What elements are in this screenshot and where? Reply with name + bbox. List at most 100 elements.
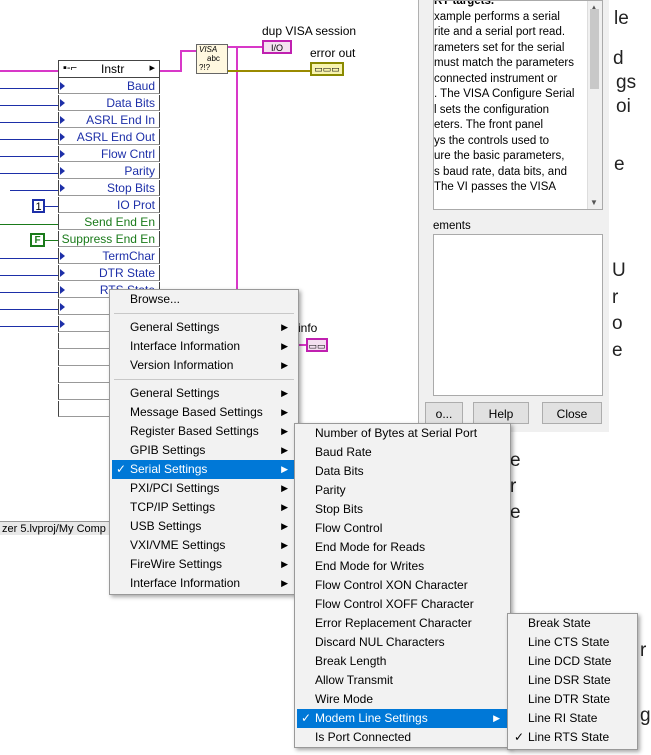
error-out-terminal[interactable]: ▭▭▭ <box>310 62 344 76</box>
help-button[interactable]: Help <box>473 402 529 424</box>
visa-wire-out[interactable] <box>160 70 180 72</box>
document-text-fragment: r <box>612 287 619 308</box>
property-context-menu: Browse... General Settings ▶ Interface Info… <box>109 289 299 595</box>
property-row[interactable]: Baud <box>58 78 160 94</box>
open-example-button[interactable]: o... <box>425 402 463 424</box>
menu-item[interactable]: End Mode for Reads <box>297 538 508 557</box>
document-text-fragment: gs <box>616 72 637 93</box>
menu-item[interactable]: Browse... <box>112 290 296 309</box>
menu-item[interactable]: Error Replacement Character <box>297 614 508 633</box>
wire <box>0 139 58 140</box>
menu-item[interactable]: Baud Rate <box>297 443 508 462</box>
help-text-line: RT targets. <box>434 0 495 7</box>
menu-item[interactable]: Break Length <box>297 652 508 671</box>
document-text-fragment: le <box>614 8 629 29</box>
menu-item-label: Is Port Connected <box>315 730 412 744</box>
menu-item[interactable]: ✓ Line RTS State <box>510 728 635 747</box>
property-input-arrow-icon <box>60 303 65 311</box>
menu-item[interactable]: General Settings ▶ <box>112 318 296 337</box>
menu-item[interactable]: TCP/IP Settings ▶ <box>112 498 296 517</box>
menu-item-label: Browse... <box>130 292 181 306</box>
submenu-arrow-icon: ▶ <box>281 360 288 370</box>
menu-item[interactable]: Register Based Settings ▶ <box>112 422 296 441</box>
menu-item-label: PXI/PCI Settings <box>130 481 220 495</box>
wire <box>0 122 58 123</box>
help-text-line: rameters set for the serial <box>434 41 565 54</box>
wire <box>0 173 58 174</box>
node-title: Instr <box>101 62 125 76</box>
menu-item-label: Flow Control XON Character <box>315 578 468 592</box>
menu-item[interactable]: Flow Control <box>297 519 508 538</box>
property-input-arrow-icon <box>60 82 65 90</box>
menu-item[interactable]: Line CTS State <box>510 633 635 652</box>
menu-item-label: General Settings <box>130 320 220 334</box>
example-finder-dialog: RT targets. xample performs a serial rite … <box>418 0 609 432</box>
menu-item[interactable]: Parity <box>297 481 508 500</box>
property-row[interactable]: Data Bits <box>58 95 160 111</box>
menu-item[interactable]: Version Information ▶ <box>112 356 296 375</box>
menu-item[interactable]: End Mode for Writes <box>297 557 508 576</box>
menu-item-label: Interface Information <box>130 339 241 353</box>
scroll-thumb[interactable] <box>590 9 599 89</box>
menu-item-label: Flow Control XOFF Character <box>315 597 474 611</box>
menu-item[interactable]: ✓ Modem Line Settings ▶ <box>297 709 508 728</box>
const-one[interactable]: 1 <box>32 199 45 213</box>
menu-item[interactable]: FireWire Settings ▶ <box>112 555 296 574</box>
menu-item[interactable]: GPIB Settings ▶ <box>112 441 296 460</box>
menu-item[interactable]: Line RI State <box>510 709 635 728</box>
menu-item[interactable]: Allow Transmit <box>297 671 508 690</box>
menu-item[interactable]: Flow Control XOFF Character <box>297 595 508 614</box>
visa-wire-in[interactable] <box>0 70 58 72</box>
scroll-down-icon[interactable]: ▼ <box>590 198 598 207</box>
visa-read-vi[interactable]: VISA abc ?!? <box>196 44 228 74</box>
menu-item[interactable]: Line DCD State <box>510 652 635 671</box>
menu-item[interactable]: Line DSR State <box>510 671 635 690</box>
property-row[interactable]: TermChar <box>58 248 160 264</box>
property-row[interactable]: ASRL End Out <box>58 129 160 145</box>
property-row[interactable]: Parity <box>58 163 160 179</box>
menu-item[interactable]: USB Settings ▶ <box>112 517 296 536</box>
description-scrollbar[interactable]: ▲ ▼ <box>587 1 602 209</box>
property-row[interactable]: Send End En <box>58 214 160 230</box>
property-row[interactable]: DTR State <box>58 265 160 281</box>
property-node-header[interactable]: ▪-⌐ Instr ▸ <box>58 60 160 78</box>
help-text-line: s baud rate, data bits, and <box>434 165 567 178</box>
wire <box>0 292 58 293</box>
error-out-label: error out <box>310 46 356 60</box>
menu-item[interactable]: PXI/PCI Settings ▶ <box>112 479 296 498</box>
property-row[interactable]: IO Prot <box>58 197 160 213</box>
menu-item[interactable]: Break State <box>510 614 635 633</box>
property-row[interactable]: Suppress End En <box>58 231 160 247</box>
menu-item[interactable]: Number of Bytes at Serial Port <box>297 424 508 443</box>
menu-item[interactable]: ✓ Serial Settings ▶ <box>112 460 296 479</box>
menu-item-label: Error Replacement Character <box>315 616 472 630</box>
wire <box>10 190 58 191</box>
menu-item[interactable]: Interface Information ▶ <box>112 574 296 593</box>
property-row[interactable]: ASRL End In <box>58 112 160 128</box>
menu-item[interactable]: Discard NUL Characters <box>297 633 508 652</box>
property-row[interactable]: Flow Cntrl <box>58 146 160 162</box>
const-false[interactable]: F <box>30 233 45 247</box>
dup-visa-label: dup VISA session <box>262 24 357 38</box>
property-input-arrow-icon <box>60 150 65 158</box>
menu-item-label: Line DCD State <box>528 654 612 668</box>
menu-item[interactable]: Interface Information ▶ <box>112 337 296 356</box>
menu-item[interactable]: Flow Control XON Character <box>297 576 508 595</box>
menu-item[interactable]: Data Bits <box>297 462 508 481</box>
info-terminal[interactable]: ▭▭ <box>306 338 328 352</box>
document-text-fragment: e <box>510 502 521 523</box>
menu-item[interactable]: Stop Bits <box>297 500 508 519</box>
menu-item-label: Line DSR State <box>528 673 611 687</box>
property-row[interactable]: Stop Bits <box>58 180 160 196</box>
menu-item-label: Wire Mode <box>315 692 374 706</box>
menu-item[interactable]: Wire Mode <box>297 690 508 709</box>
menu-item[interactable]: VXI/VME Settings ▶ <box>112 536 296 555</box>
menu-item-label: Discard NUL Characters <box>315 635 445 649</box>
menu-item-label: VXI/VME Settings <box>130 538 226 552</box>
dup-visa-terminal[interactable]: I/O <box>262 40 292 54</box>
menu-item[interactable]: Message Based Settings ▶ <box>112 403 296 422</box>
menu-item[interactable]: Is Port Connected <box>297 728 508 747</box>
close-button[interactable]: Close <box>542 402 602 424</box>
menu-item[interactable]: General Settings ▶ <box>112 384 296 403</box>
menu-item[interactable]: Line DTR State <box>510 690 635 709</box>
